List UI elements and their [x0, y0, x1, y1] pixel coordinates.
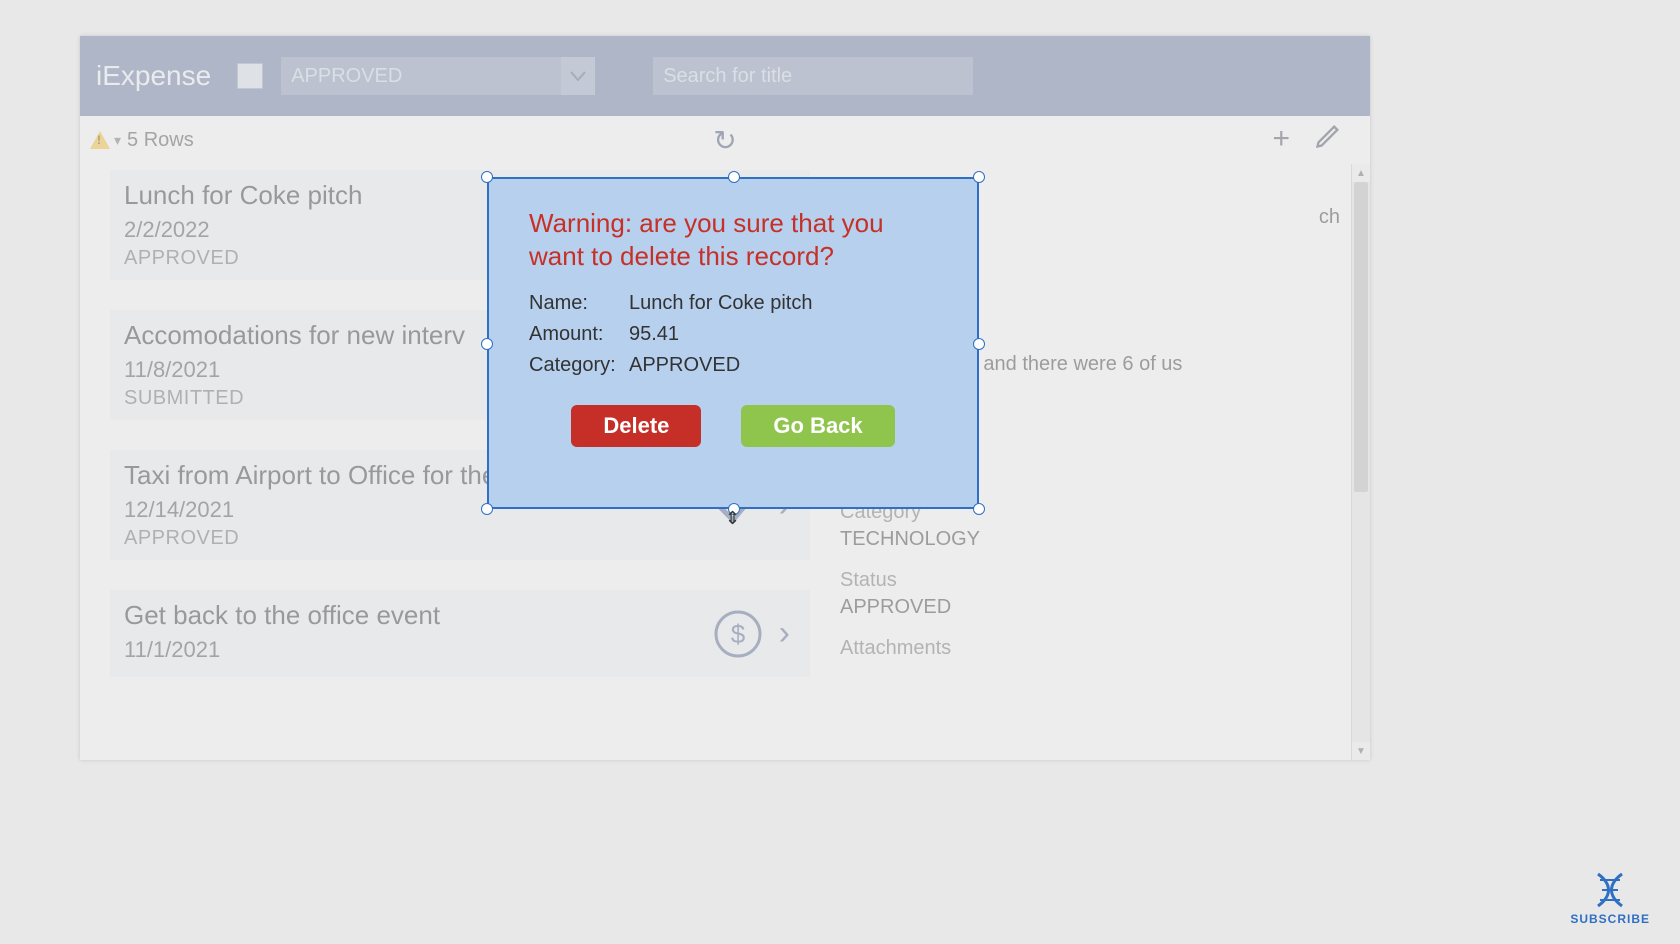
status-filter-dropdown[interactable]: APPROVED [281, 56, 595, 96]
chevron-right-icon[interactable]: › [779, 614, 790, 653]
toolbar: ▾ 5 Rows ↻ + [80, 116, 1370, 164]
dialog-title: Warning: are you sure that you want to d… [529, 207, 937, 272]
selection-handle[interactable] [481, 503, 493, 515]
search-input[interactable]: Search for title [653, 57, 973, 95]
selection-handle[interactable] [973, 171, 985, 183]
delete-confirm-dialog[interactable]: Warning: are you sure that you want to d… [487, 177, 979, 509]
scroll-down-icon[interactable]: ▼ [1352, 742, 1370, 760]
selection-handle[interactable] [973, 338, 985, 350]
dialog-category-label: Category: [529, 354, 629, 377]
selection-handle[interactable] [481, 338, 493, 350]
dollar-icon[interactable]: $ [713, 609, 763, 659]
top-bar: iExpense APPROVED Search for title [80, 36, 1370, 116]
dna-icon [1588, 870, 1632, 910]
scroll-up-icon[interactable]: ▲ [1352, 164, 1370, 182]
refresh-icon[interactable]: ↻ [713, 124, 736, 157]
list-item-title: Get back to the office event [124, 600, 796, 631]
selection-handle[interactable] [728, 171, 740, 183]
chevron-down-icon[interactable]: ▾ [114, 132, 121, 149]
detail-status-label: Status [840, 569, 1340, 592]
delete-button[interactable]: Delete [571, 405, 701, 447]
dialog-amount-label: Amount: [529, 323, 629, 346]
dialog-category-value: APPROVED [629, 354, 740, 377]
row-count: 5 Rows [127, 129, 194, 152]
edit-icon[interactable] [1314, 122, 1342, 158]
subscribe-label: SUBSCRIBE [1570, 912, 1650, 926]
detail-attachments-label: Attachments [840, 637, 1340, 660]
app-title: iExpense [96, 60, 211, 92]
selection-handle[interactable] [481, 171, 493, 183]
svg-text:$: $ [730, 619, 745, 649]
selection-handle[interactable] [973, 503, 985, 515]
add-icon[interactable]: + [1272, 122, 1290, 158]
go-back-button[interactable]: Go Back [741, 405, 894, 447]
dialog-name-label: Name: [529, 292, 629, 315]
detail-category-value: TECHNOLOGY [840, 528, 1340, 551]
list-item-status: APPROVED [124, 527, 796, 550]
warning-icon [90, 131, 110, 149]
scrollbar[interactable]: ▲ ▼ [1351, 164, 1370, 760]
dialog-name-value: Lunch for Coke pitch [629, 292, 812, 315]
resize-cursor-icon: ⇕ [725, 508, 740, 529]
scroll-thumb[interactable] [1354, 182, 1368, 492]
approved-filter-checkbox[interactable] [237, 63, 263, 89]
list-item-date: 11/1/2021 [124, 637, 796, 663]
status-filter-value: APPROVED [281, 57, 561, 95]
subscribe-badge[interactable]: SUBSCRIBE [1570, 870, 1650, 926]
detail-status-value: APPROVED [840, 596, 1340, 619]
dialog-amount-value: 95.41 [629, 323, 679, 346]
list-item[interactable]: Get back to the office event 11/1/2021 $… [110, 590, 810, 677]
chevron-down-icon[interactable] [561, 57, 595, 95]
